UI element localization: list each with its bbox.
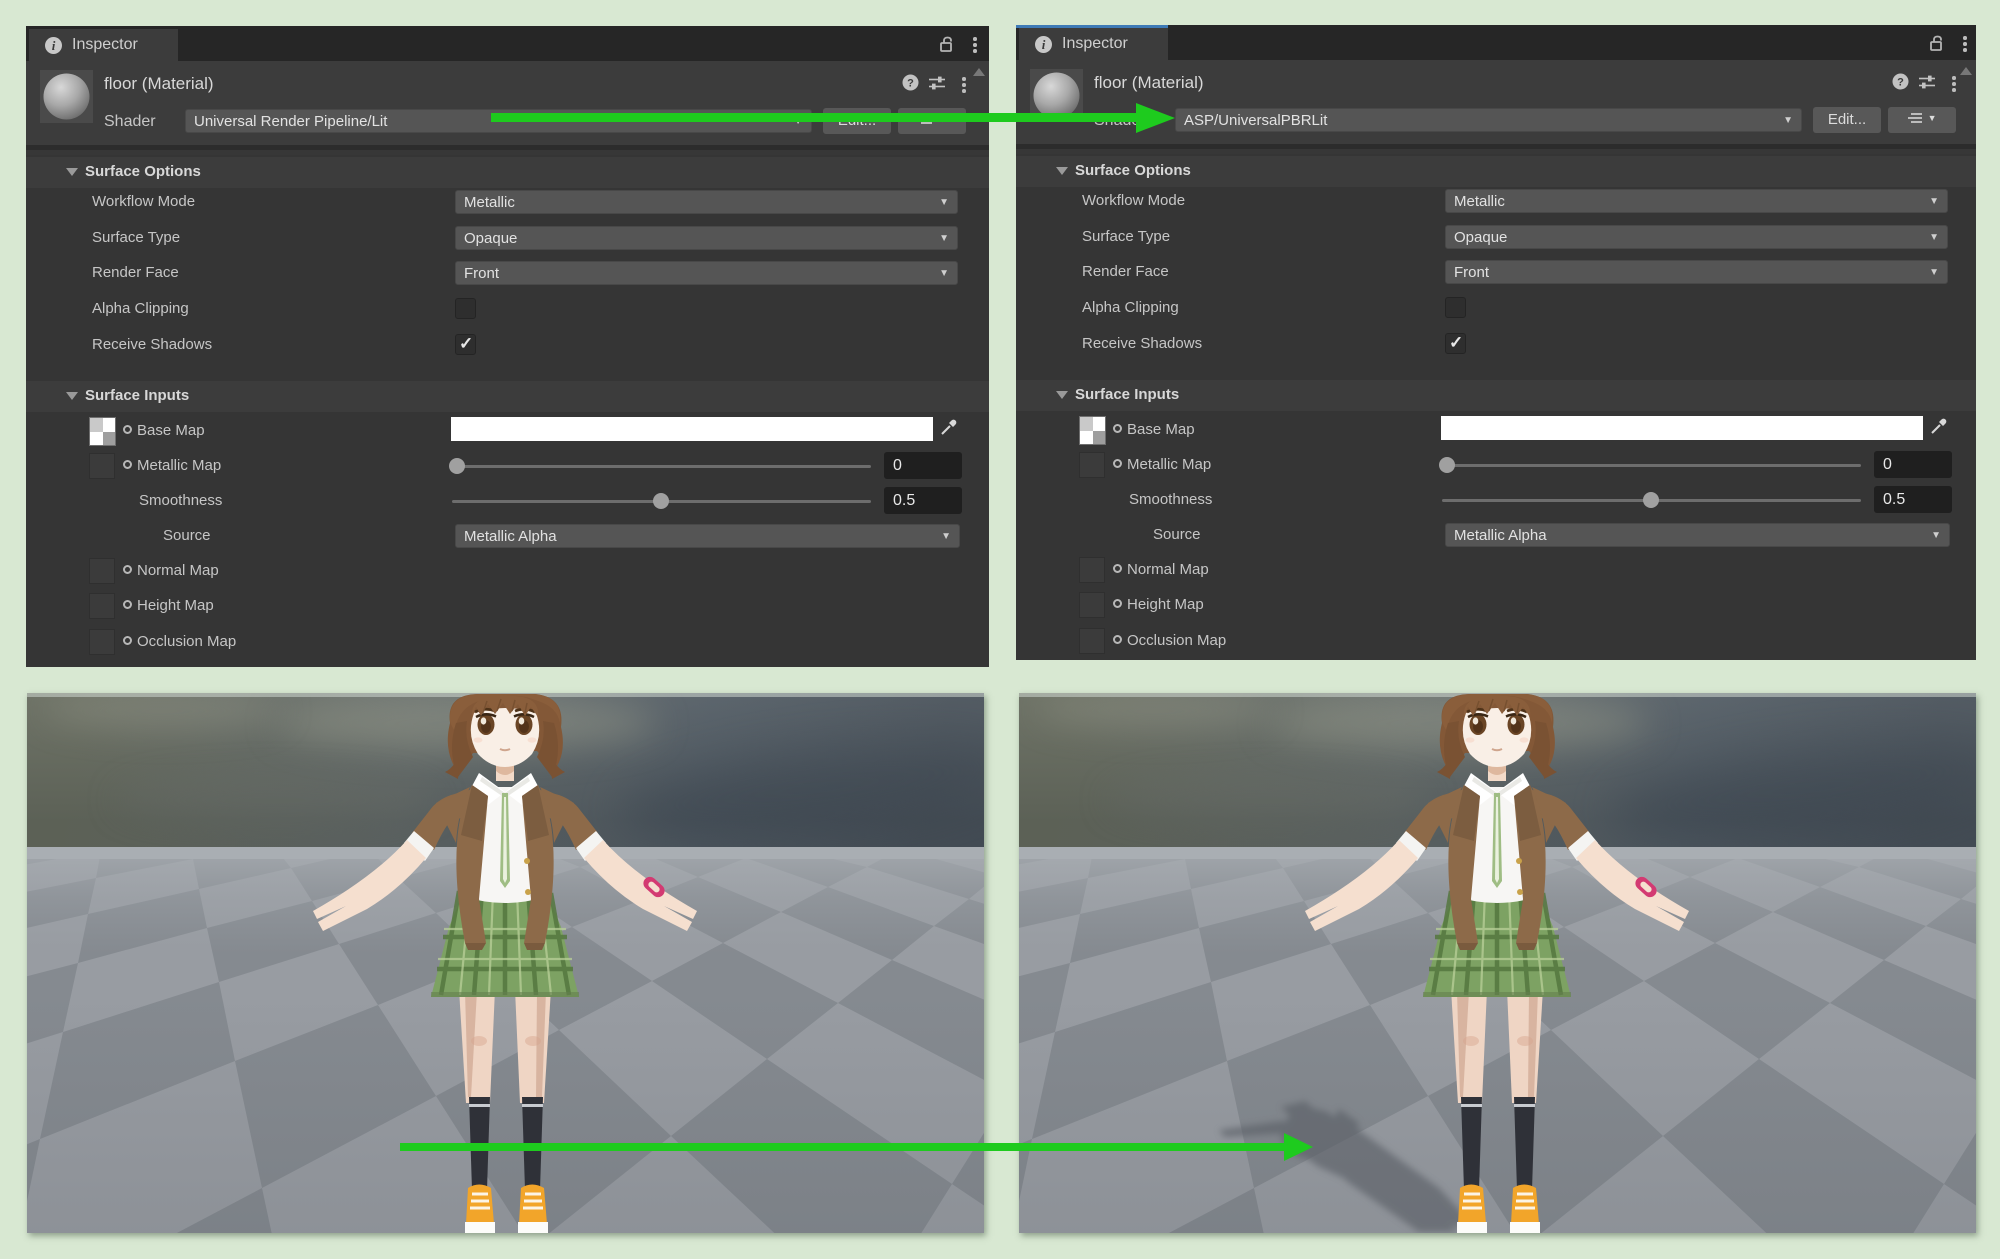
svg-text:?: ? <box>907 78 914 90</box>
svg-text:?: ? <box>1897 77 1904 89</box>
